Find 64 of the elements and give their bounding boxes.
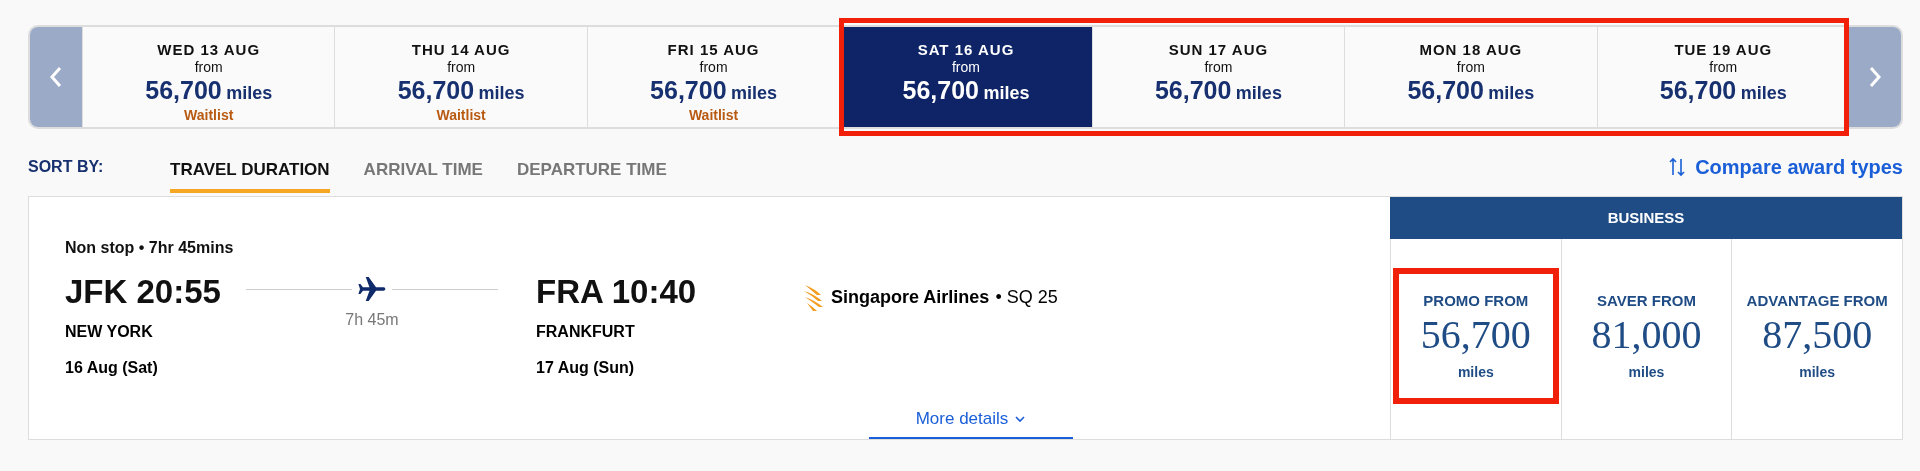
flight-number: • SQ 25 bbox=[995, 286, 1058, 308]
from-label: from bbox=[1709, 59, 1738, 75]
date-price: 56,700 miles bbox=[397, 76, 525, 105]
date-price: 56,700 miles bbox=[1407, 76, 1535, 105]
fare-unit: miles bbox=[1799, 364, 1836, 380]
date-price: 56,700 miles bbox=[650, 76, 778, 105]
date-label: SAT 16 AUG bbox=[917, 41, 1015, 58]
fare-amount: 81,000 bbox=[1591, 311, 1702, 358]
next-button[interactable] bbox=[1849, 27, 1901, 127]
cabin-header: BUSINESS bbox=[1390, 197, 1902, 239]
compare-link[interactable]: Compare award types bbox=[1669, 155, 1903, 179]
date-tab[interactable]: MON 18 AUG from 56,700 miles bbox=[1344, 27, 1597, 127]
fare-label: PROMO FROM bbox=[1423, 292, 1529, 309]
city-name: FRANKFURT bbox=[536, 323, 636, 341]
date-label: MON 18 AUG bbox=[1419, 41, 1523, 58]
arrival-time: FRA 10:40 bbox=[536, 273, 698, 311]
sort-tab[interactable]: ARRIVAL TIME bbox=[363, 149, 483, 193]
date-price: 56,700 miles bbox=[1154, 76, 1282, 105]
chevron-down-icon bbox=[1014, 415, 1027, 423]
date-price: 56,700 miles bbox=[1659, 76, 1787, 105]
from-label: from bbox=[699, 59, 728, 75]
from-label: from bbox=[1456, 59, 1485, 75]
date-tab[interactable]: SUN 17 AUG from 56,700 miles bbox=[1091, 27, 1345, 127]
sort-label: SORT BY: bbox=[28, 158, 105, 176]
chevron-right-icon bbox=[1868, 66, 1882, 88]
fare-label: ADVANTAGE FROM bbox=[1746, 292, 1888, 309]
date-label: WED 13 AUG bbox=[157, 41, 261, 58]
fare-unit: miles bbox=[1628, 364, 1665, 380]
more-details-link[interactable]: More details bbox=[869, 409, 1073, 439]
departure-time: JFK 20:55 bbox=[65, 273, 222, 311]
from-label: from bbox=[194, 59, 223, 75]
airline-name: Singapore Airlines bbox=[831, 286, 990, 308]
waitlist-label: Waitlist bbox=[436, 107, 486, 123]
flight-summary: Non stop • 7hr 45mins bbox=[65, 239, 235, 257]
fare-option[interactable]: PROMO FROM 56,700 miles bbox=[1392, 268, 1559, 404]
waitlist-label: Waitlist bbox=[688, 107, 739, 123]
date-label: FRI 15 AUG bbox=[667, 41, 760, 58]
date-label: SUN 17 AUG bbox=[1168, 41, 1269, 58]
fare-label: SAVER FROM bbox=[1597, 292, 1696, 309]
previous-button[interactable] bbox=[30, 27, 82, 127]
from-label: from bbox=[447, 59, 476, 75]
sort-arrows-icon bbox=[1669, 157, 1686, 177]
fare-option[interactable]: SAVER FROM 81,000 miles bbox=[1563, 268, 1730, 404]
fare-amount: 56,700 bbox=[1420, 311, 1531, 358]
date-price: 56,700 miles bbox=[145, 76, 273, 105]
date-label: THU 14 AUG bbox=[411, 41, 511, 58]
flight-date: 17 Aug (Sun) bbox=[536, 359, 636, 377]
sort-tab[interactable]: DEPARTURE TIME bbox=[516, 149, 667, 193]
duration-label: 7h 45m bbox=[345, 311, 399, 329]
date-tab[interactable]: THU 14 AUG from 56,700 miles Waitlist bbox=[334, 27, 587, 127]
sort-tab[interactable]: TRAVEL DURATION bbox=[170, 149, 330, 193]
date-label: TUE 19 AUG bbox=[1674, 41, 1773, 58]
from-label: from bbox=[952, 59, 980, 75]
fare-option[interactable]: ADVANTAGE FROM 87,500 miles bbox=[1734, 268, 1901, 404]
date-price: 56,700 miles bbox=[902, 76, 1030, 105]
waitlist-label: Waitlist bbox=[184, 107, 234, 123]
date-tab[interactable]: WED 13 AUG from 56,700 miles Waitlist bbox=[82, 27, 335, 127]
fare-unit: miles bbox=[1457, 364, 1494, 380]
date-tab[interactable]: FRI 15 AUG from 56,700 miles Waitlist bbox=[586, 27, 840, 127]
chevron-left-icon bbox=[49, 66, 63, 88]
city-name: NEW YORK bbox=[65, 323, 154, 341]
fare-amount: 87,500 bbox=[1762, 311, 1873, 358]
flight-date: 16 Aug (Sat) bbox=[65, 359, 159, 377]
from-label: from bbox=[1204, 59, 1233, 75]
